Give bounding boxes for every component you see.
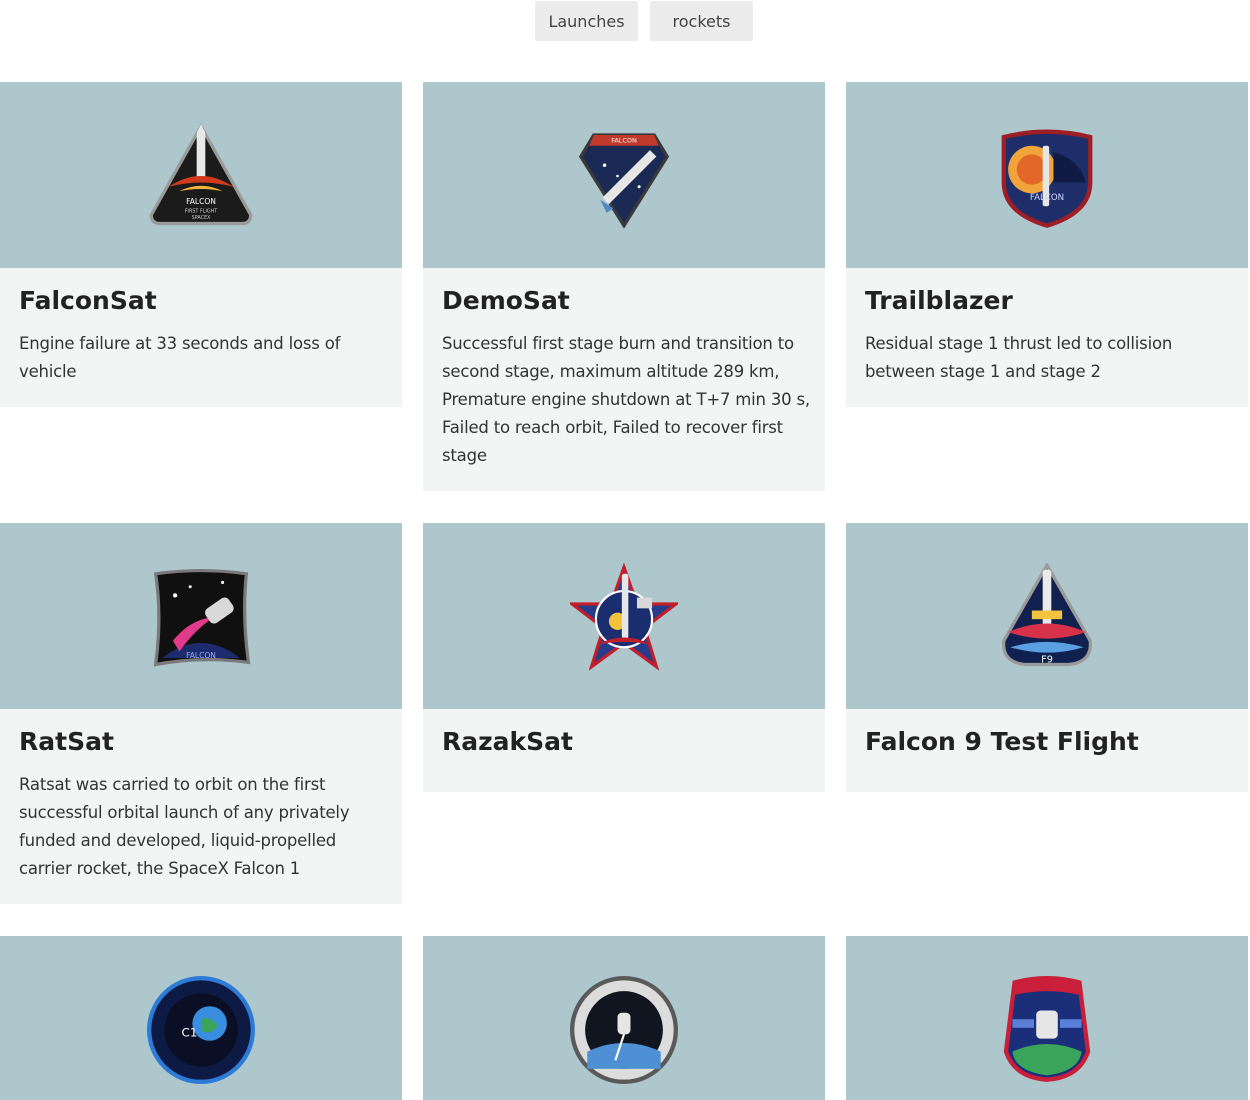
card-banner: C1 [0,936,402,1100]
svg-text:SPACEX: SPACEX [192,215,211,221]
rockets-button[interactable]: rockets [650,1,753,41]
svg-text:FALCON: FALCON [186,651,216,660]
launch-card-trailblazer[interactable]: FALCON Trailblazer Residual stage 1 thru… [846,82,1248,407]
falconsat-mission-patch-icon: FALCON FIRST FLIGHT SPACEX [149,123,253,226]
cots2-mission-patch-icon [570,976,678,1084]
launch-card-falcon9-test-flight[interactable]: F9 Falcon 9 Test Flight [846,523,1248,792]
launch-card-crs1[interactable] [846,936,1248,1100]
card-banner [846,936,1248,1100]
crs1-mission-patch-icon [1003,976,1091,1082]
card-banner: FALCON [846,82,1248,268]
cots1-mission-patch-icon: C1 [147,976,255,1084]
card-banner [423,936,825,1100]
launches-button[interactable]: Launches [535,1,638,41]
card-banner: FALCON [0,523,402,709]
svg-text:FALCON: FALCON [611,137,637,145]
launch-name: DemoSat [442,286,570,315]
launch-name: FalconSat [19,286,157,315]
falcon9-test-flight-mission-patch-icon: F9 [1002,563,1092,667]
launch-name: Falcon 9 Test Flight [865,727,1139,756]
svg-text:F9: F9 [1041,654,1053,665]
razaksat-mission-patch-icon [570,563,678,671]
svg-text:FIRST FLIGHT: FIRST FLIGHT [185,209,218,215]
card-banner: F9 [846,523,1248,709]
launch-card-demosat[interactable]: FALCON DemoSat Successful first stage bu… [423,82,825,491]
card-banner: FALCON [423,82,825,268]
launch-details: Residual stage 1 thrust led to collision… [865,334,1173,381]
launch-card-cots1[interactable]: C1 [0,936,402,1100]
launch-card-falconsat[interactable]: FALCON FIRST FLIGHT SPACEX FalconSat Eng… [0,82,402,407]
launch-name: RazakSat [442,727,573,756]
trailblazer-mission-patch-icon: FALCON [1001,129,1093,228]
svg-text:FALCON: FALCON [186,197,216,206]
launch-card-cots2[interactable] [423,936,825,1100]
ratsat-mission-patch-icon: FALCON [153,568,251,667]
launch-name: Trailblazer [865,286,1013,315]
top-nav: Launches rockets [0,0,1250,42]
launch-card-ratsat[interactable]: FALCON RatSat Ratsat was carried to orbi… [0,523,402,904]
launch-card-razaksat[interactable]: RazakSat [423,523,825,792]
launch-details: Successful first stage burn and transiti… [442,334,810,465]
card-banner: FALCON FIRST FLIGHT SPACEX [0,82,402,268]
launch-details: Engine failure at 33 seconds and loss of… [19,334,341,381]
svg-text:C1: C1 [182,1025,198,1039]
svg-text:FALCON: FALCON [1030,193,1064,203]
demosat-mission-patch-icon: FALCON [578,133,670,229]
launch-name: RatSat [19,727,114,756]
launch-details: Ratsat was carried to orbit on the first… [19,775,350,878]
card-banner [423,523,825,709]
